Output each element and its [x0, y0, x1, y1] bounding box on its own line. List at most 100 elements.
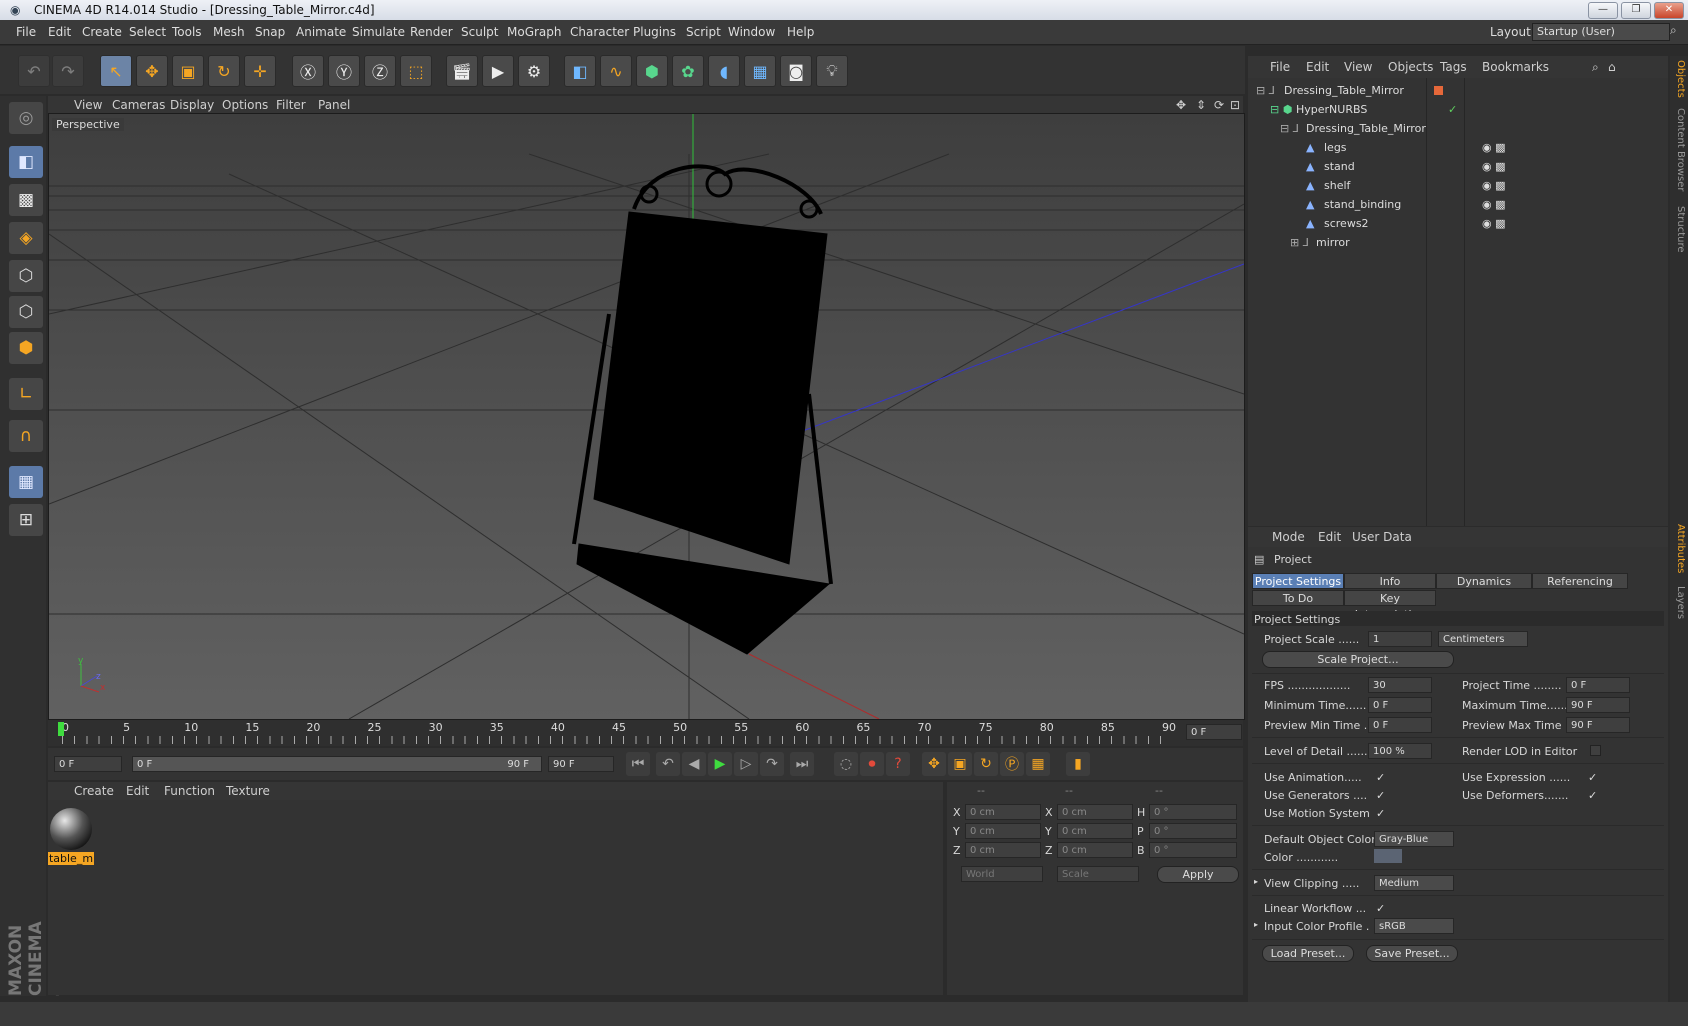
- array-icon[interactable]: ✿: [672, 55, 704, 87]
- enabled-checkmark-icon[interactable]: ✓: [1448, 103, 1457, 116]
- size-x-field[interactable]: 0 cm: [1057, 804, 1133, 820]
- tab-info[interactable]: Info: [1344, 573, 1436, 589]
- object-menu-file[interactable]: File: [1270, 60, 1290, 74]
- position-z-field[interactable]: 0 cm: [965, 842, 1041, 858]
- snap-workplane-icon[interactable]: ▦: [9, 466, 43, 498]
- use-motion-system-checkbox[interactable]: ✓: [1376, 808, 1386, 819]
- go-to-start-icon[interactable]: ⏮: [626, 752, 650, 776]
- go-to-end-icon[interactable]: ⏭: [790, 752, 814, 776]
- scale-icon[interactable]: ▣: [172, 55, 204, 87]
- cube-icon[interactable]: ◧: [564, 55, 596, 87]
- use-animation-checkbox[interactable]: ✓: [1376, 772, 1386, 783]
- vtab-layers[interactable]: Layers: [1675, 586, 1686, 619]
- menu-character[interactable]: Character: [570, 25, 629, 39]
- material-menu-edit[interactable]: Edit: [126, 784, 149, 798]
- rotation-h-field[interactable]: 0 °: [1149, 804, 1237, 820]
- minimize-button[interactable]: —: [1588, 2, 1618, 19]
- linear-workflow-checkbox[interactable]: ✓: [1376, 903, 1386, 914]
- y-axis-lock-icon[interactable]: Ⓨ: [328, 55, 360, 87]
- make-editable-icon[interactable]: ◎: [9, 102, 43, 134]
- material-menu-create[interactable]: Create: [74, 784, 114, 798]
- color-swatch[interactable]: [1374, 849, 1402, 863]
- next-key-icon[interactable]: ↷: [760, 752, 784, 776]
- vtab-attributes[interactable]: Attributes: [1675, 524, 1686, 573]
- view-clipping-select[interactable]: Medium: [1374, 875, 1454, 891]
- menu-edit[interactable]: Edit: [48, 25, 71, 39]
- project-time-field[interactable]: 0 F: [1566, 677, 1630, 693]
- viewport-zoom-icon[interactable]: ⇕: [1196, 98, 1206, 112]
- position-x-field[interactable]: 0 cm: [965, 804, 1041, 820]
- undo-icon[interactable]: ↶: [18, 55, 50, 87]
- vtab-structure[interactable]: Structure: [1675, 206, 1686, 253]
- rotate-icon[interactable]: ↻: [208, 55, 240, 87]
- min-time-field[interactable]: 0 F: [1368, 697, 1432, 713]
- tab-to-do[interactable]: To Do: [1252, 590, 1344, 606]
- object-row[interactable]: ▲ stand ◉ ▩: [1248, 157, 1668, 176]
- input-color-profile-select[interactable]: sRGB: [1374, 918, 1454, 934]
- axis-mode-icon[interactable]: ∟: [9, 378, 43, 410]
- viewport-menu-view[interactable]: View: [74, 98, 102, 112]
- viewport-menu-options[interactable]: Options: [222, 98, 268, 112]
- object-row[interactable]: ⊟ ⅃ Dressing_Table_Mirror: [1248, 81, 1668, 100]
- material-tag-icon[interactable]: ◉ ▩: [1482, 198, 1506, 211]
- record-keys-icon[interactable]: ◌: [834, 752, 858, 776]
- key-scale-icon[interactable]: ▣: [948, 752, 972, 776]
- layer-color-swatch[interactable]: [1434, 86, 1443, 95]
- default-object-color-select[interactable]: Gray-Blue: [1374, 831, 1454, 847]
- attr-menu-mode[interactable]: Mode: [1272, 530, 1305, 544]
- size-y-field[interactable]: 0 cm: [1057, 823, 1133, 839]
- polygons-mode-icon[interactable]: ⬢: [9, 332, 43, 364]
- tab-referencing[interactable]: Referencing: [1532, 573, 1628, 589]
- object-row[interactable]: ▲ stand_binding ◉ ▩: [1248, 195, 1668, 214]
- key-parameter-icon[interactable]: Ⓟ: [1000, 752, 1024, 776]
- use-deformers-checkbox[interactable]: ✓: [1588, 790, 1598, 801]
- object-menu-tags[interactable]: Tags: [1440, 60, 1467, 74]
- menu-create[interactable]: Create: [82, 25, 122, 39]
- nurbs-icon[interactable]: ⬢: [636, 55, 668, 87]
- object-home-icon[interactable]: ⌂: [1608, 60, 1616, 74]
- previous-frame-icon[interactable]: ◀: [682, 752, 706, 776]
- use-expression-checkbox[interactable]: ✓: [1588, 772, 1598, 783]
- rotation-p-field[interactable]: 0 °: [1149, 823, 1237, 839]
- render-settings-icon[interactable]: ⚙: [518, 55, 550, 87]
- current-frame-field[interactable]: 0 F: [1186, 724, 1242, 740]
- material-menu-texture[interactable]: Texture: [226, 784, 270, 798]
- vtab-objects[interactable]: Objects: [1675, 60, 1686, 98]
- deformer-icon[interactable]: ◖: [708, 55, 740, 87]
- menu-help[interactable]: Help: [787, 25, 814, 39]
- keyframe-selection-icon[interactable]: ?: [886, 752, 910, 776]
- edges-mode-icon[interactable]: ⬡: [9, 296, 43, 328]
- preview-min-field[interactable]: 0 F: [1368, 717, 1432, 733]
- use-generators-checkbox[interactable]: ✓: [1376, 790, 1386, 801]
- tab-dynamics[interactable]: Dynamics: [1436, 573, 1532, 589]
- timeline-scheme-icon[interactable]: ▮: [1066, 752, 1090, 776]
- object-row[interactable]: ▲ legs ◉ ▩: [1248, 138, 1668, 157]
- apply-button[interactable]: Apply: [1157, 866, 1239, 883]
- material-label[interactable]: table_m: [48, 852, 94, 865]
- playhead-marker[interactable]: [58, 722, 64, 736]
- layout-select[interactable]: Startup (User): [1532, 23, 1670, 41]
- object-menu-view[interactable]: View: [1344, 60, 1372, 74]
- material-tag-icon[interactable]: ◉ ▩: [1482, 160, 1506, 173]
- render-lod-checkbox[interactable]: [1590, 745, 1601, 756]
- object-menu-edit[interactable]: Edit: [1306, 60, 1329, 74]
- project-scale-unit-select[interactable]: Centimeters: [1438, 631, 1528, 647]
- close-button[interactable]: ✕: [1654, 2, 1684, 19]
- expand-arrow-icon[interactable]: ▸: [1254, 920, 1258, 929]
- menu-tools[interactable]: Tools: [172, 25, 202, 39]
- render-picture-viewer-icon[interactable]: ▶: [482, 55, 514, 87]
- redo-icon[interactable]: ↷: [52, 55, 84, 87]
- material-tag-icon[interactable]: ◉ ▩: [1482, 217, 1506, 230]
- vtab-content-browser[interactable]: Content Browser: [1675, 108, 1686, 191]
- timeline-ruler[interactable]: 0 5 10 15 20 25 30 35 40 45 50 55 60 65 70 75 80 85 90 0 F: [48, 720, 1243, 746]
- save-preset-button[interactable]: Save Preset...: [1366, 945, 1458, 962]
- texture-mode-icon[interactable]: ▩: [9, 184, 43, 216]
- scale-project-button[interactable]: Scale Project...: [1262, 651, 1454, 668]
- key-pla-icon[interactable]: ▦: [1026, 752, 1050, 776]
- object-menu-bookmarks[interactable]: Bookmarks: [1482, 60, 1549, 74]
- search-icon[interactable]: ⌕: [1670, 23, 1677, 38]
- attr-menu-edit[interactable]: Edit: [1318, 530, 1341, 544]
- object-row[interactable]: ⊟ ⬢ HyperNURBS ✓: [1248, 100, 1668, 119]
- range-slider[interactable]: 0 F 90 F: [132, 756, 542, 772]
- transform-icon[interactable]: ✛: [244, 55, 276, 87]
